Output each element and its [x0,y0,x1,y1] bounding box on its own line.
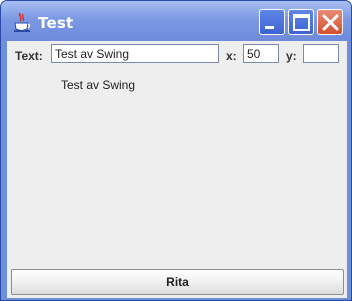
close-button[interactable] [317,9,343,35]
y-label: y: [286,49,297,63]
draw-button[interactable]: Rita [11,269,344,295]
x-label: x: [226,49,237,63]
maximize-button[interactable] [288,9,314,35]
title-bar[interactable]: Test [1,1,351,41]
drawn-text: Test av Swing [61,78,136,92]
text-label: Text: [15,49,43,63]
app-window: Test Text: Test av Swing x: 50 y: Test a… [0,0,352,301]
text-input[interactable]: Test av Swing [51,44,219,63]
content-panel: Text: Test av Swing x: 50 y: Test av Swi… [7,41,347,298]
x-input[interactable]: 50 [243,44,279,63]
minimize-button[interactable] [259,9,285,35]
close-icon [322,14,339,31]
window-title: Test [38,14,74,32]
java-cup-icon [11,11,33,33]
y-input[interactable] [303,44,339,63]
minimize-icon [265,26,274,29]
maximize-icon [293,14,310,31]
